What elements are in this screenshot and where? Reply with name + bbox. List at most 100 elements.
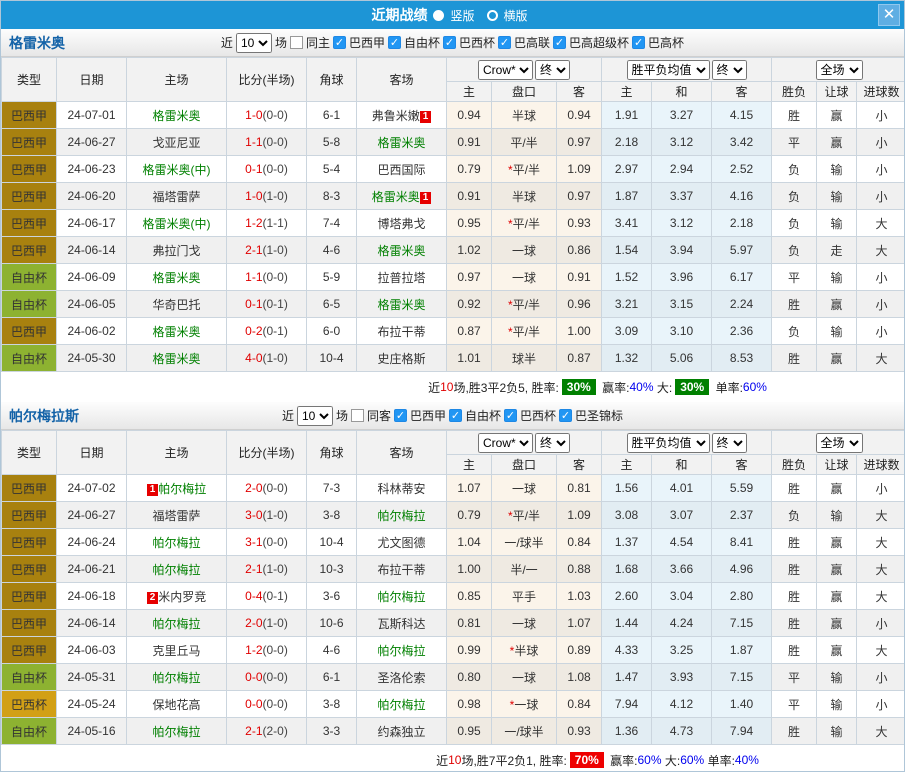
home-team-name: 弗拉门戈 bbox=[152, 244, 200, 258]
league-checkbox[interactable]: ✓ bbox=[632, 36, 645, 49]
summary-text: 场,胜3平2负5, 胜率: bbox=[453, 379, 558, 396]
league-label: 巴高联 bbox=[514, 34, 550, 51]
match-row: 巴西甲24-06-27戈亚尼亚1-1(0-0)5-8格雷米奥0.91平/半0.9… bbox=[2, 129, 905, 156]
match-rows-1: 巴西甲24-07-021帕尔梅拉2-0(0-0)7-3科林蒂安1.07一球0.8… bbox=[2, 475, 905, 745]
sub-header-handicap: 盘口 bbox=[492, 455, 557, 475]
league-type-cell: 巴西甲 bbox=[2, 556, 57, 583]
handicap-value: 平/半 bbox=[513, 163, 540, 177]
close-icon[interactable]: ✕ bbox=[878, 4, 900, 26]
fulltime-score: 1-1 bbox=[245, 270, 262, 284]
league-checkbox[interactable]: ✓ bbox=[333, 36, 346, 49]
away-team-name: 帕尔梅拉 bbox=[377, 644, 425, 658]
avg-draw-cell: 3.12 bbox=[652, 129, 712, 156]
halftime-score: (0-1) bbox=[263, 324, 288, 338]
league-checkbox[interactable]: ✓ bbox=[504, 409, 517, 422]
sub-header-goals: 进球数 bbox=[857, 82, 905, 102]
summary-text: 单率: bbox=[712, 379, 743, 396]
avg-lose-cell: 5.97 bbox=[712, 237, 772, 264]
filters-0: 近10场同主✓巴西甲✓自由杯✓巴西杯✓巴高联✓巴高超级杯✓巴高杯 bbox=[221, 33, 684, 53]
halftime-score: (1-0) bbox=[263, 616, 288, 630]
handicap-result-cell: 赢 bbox=[817, 610, 857, 637]
odds-company-select[interactable]: Crow* bbox=[478, 60, 533, 80]
home-team-name: 福塔雷萨 bbox=[152, 509, 200, 523]
corner-cell: 7-4 bbox=[307, 210, 357, 237]
avg-final-select[interactable]: 终 bbox=[712, 433, 747, 453]
halftime-score: (1-0) bbox=[263, 508, 288, 522]
odds-away-cell: 1.09 bbox=[557, 502, 602, 529]
scope-select[interactable]: 全场 bbox=[816, 60, 863, 80]
odds-final-select[interactable]: 终 bbox=[535, 60, 570, 80]
sub-header-avg-lose: 客 bbox=[712, 82, 772, 102]
league-checkbox[interactable]: ✓ bbox=[388, 36, 401, 49]
halftime-score: (1-0) bbox=[263, 243, 288, 257]
score-cell: 2-1(2-0) bbox=[227, 718, 307, 745]
odds-away-cell: 0.93 bbox=[557, 210, 602, 237]
league-checkbox[interactable]: ✓ bbox=[449, 409, 462, 422]
avg-lose-cell: 7.15 bbox=[712, 664, 772, 691]
goals-cell: 小 bbox=[857, 475, 905, 502]
recent-count-select[interactable]: 10 bbox=[236, 33, 272, 53]
fulltime-score: 1-2 bbox=[245, 216, 262, 230]
league-checkbox[interactable]: ✓ bbox=[553, 36, 566, 49]
recent-count-select[interactable]: 10 bbox=[297, 406, 333, 426]
handicap-result-cell: 赢 bbox=[817, 583, 857, 610]
date-cell: 24-06-03 bbox=[57, 637, 127, 664]
league-checkbox[interactable]: ✓ bbox=[394, 409, 407, 422]
recent-label: 近 bbox=[221, 34, 233, 51]
league-label: 巴西杯 bbox=[520, 407, 556, 424]
league-type-cell: 巴西甲 bbox=[2, 129, 57, 156]
away-team-name: 拉普拉塔 bbox=[377, 271, 425, 285]
away-team-cell: 瓦斯科达 bbox=[357, 610, 447, 637]
avg-win-cell: 1.52 bbox=[602, 264, 652, 291]
odds-company-select[interactable]: Crow* bbox=[478, 433, 533, 453]
scope-select[interactable]: 全场 bbox=[816, 433, 863, 453]
away-team-name: 格雷米奥 bbox=[377, 136, 425, 150]
same-venue-checkbox[interactable] bbox=[351, 409, 364, 422]
handicap-value: 一/球半 bbox=[504, 725, 543, 739]
score-cell: 1-2(1-1) bbox=[227, 210, 307, 237]
avg-lose-cell: 8.41 bbox=[712, 529, 772, 556]
goals-cell: 小 bbox=[857, 291, 905, 318]
league-checkbox[interactable]: ✓ bbox=[498, 36, 511, 49]
handicap-result-cell: 赢 bbox=[817, 291, 857, 318]
halftime-score: (0-0) bbox=[263, 643, 288, 657]
avg-select[interactable]: 胜平负均值 bbox=[627, 433, 710, 453]
summary-text: 大: bbox=[654, 379, 673, 396]
fulltime-score: 0-2 bbox=[245, 324, 262, 338]
col-header-type: 类型 bbox=[2, 58, 57, 102]
avg-select[interactable]: 胜平负均值 bbox=[627, 60, 710, 80]
handicap-result-cell: 赢 bbox=[817, 637, 857, 664]
result-cell: 平 bbox=[772, 691, 817, 718]
home-team-name: 帕尔梅拉 bbox=[152, 671, 200, 685]
home-team-cell: 格雷米奥 bbox=[127, 102, 227, 129]
corner-cell: 4-6 bbox=[307, 237, 357, 264]
avg-draw-cell: 3.27 bbox=[652, 102, 712, 129]
home-team-name: 帕尔梅拉 bbox=[152, 563, 200, 577]
league-label: 巴圣锦标 bbox=[575, 407, 623, 424]
corner-cell: 5-9 bbox=[307, 264, 357, 291]
handicap-cell: *一球 bbox=[492, 691, 557, 718]
fulltime-score: 0-1 bbox=[245, 297, 262, 311]
league-type-cell: 自由杯 bbox=[2, 291, 57, 318]
avg-win-cell: 1.36 bbox=[602, 718, 652, 745]
home-team-name: 克里丘马 bbox=[152, 644, 200, 658]
home-team-cell: 戈亚尼亚 bbox=[127, 129, 227, 156]
avg-draw-cell: 3.15 bbox=[652, 291, 712, 318]
vertical-layout-radio[interactable] bbox=[433, 10, 444, 21]
league-checkbox[interactable]: ✓ bbox=[443, 36, 456, 49]
home-team-name: 帕尔梅拉 bbox=[152, 536, 200, 550]
odds-away-cell: 0.84 bbox=[557, 691, 602, 718]
handicap-cell: *平/半 bbox=[492, 291, 557, 318]
match-row: 巴西甲24-06-24帕尔梅拉3-1(0-0)10-4尤文图德1.04一/球半0… bbox=[2, 529, 905, 556]
fulltime-score: 2-0 bbox=[245, 481, 262, 495]
league-checkbox[interactable]: ✓ bbox=[559, 409, 572, 422]
result-cell: 胜 bbox=[772, 529, 817, 556]
scope-group-header: 全场 bbox=[772, 431, 905, 455]
horizontal-layout-radio[interactable] bbox=[487, 10, 498, 21]
halftime-score: (1-0) bbox=[263, 189, 288, 203]
avg-final-select[interactable]: 终 bbox=[712, 60, 747, 80]
home-team-cell: 福塔雷萨 bbox=[127, 183, 227, 210]
same-venue-checkbox[interactable] bbox=[290, 36, 303, 49]
away-team-name: 帕尔梅拉 bbox=[377, 698, 425, 712]
odds-final-select[interactable]: 终 bbox=[535, 433, 570, 453]
